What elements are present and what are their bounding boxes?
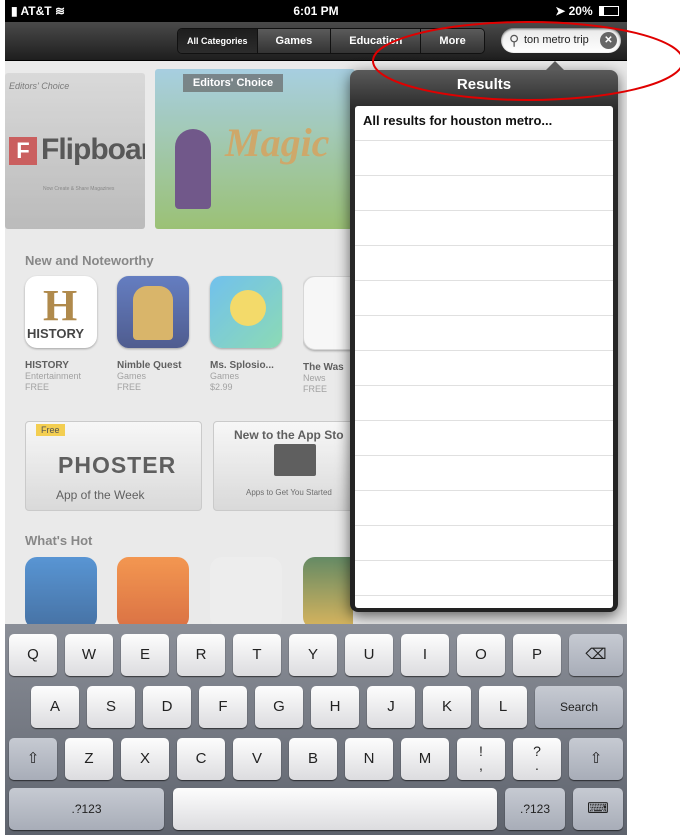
- segment-games[interactable]: Games: [257, 29, 332, 53]
- key-m[interactable]: M: [401, 738, 449, 780]
- key-w[interactable]: W: [65, 634, 113, 676]
- key-d[interactable]: D: [143, 686, 191, 728]
- list-item: [355, 141, 613, 176]
- key-exclaim-comma[interactable]: ! ,: [457, 738, 505, 780]
- list-item: [355, 211, 613, 246]
- shift-icon: ⇧: [589, 750, 603, 767]
- key-x[interactable]: X: [121, 738, 169, 780]
- backspace-icon: ⌫: [585, 646, 607, 663]
- key-q[interactable]: Q: [9, 634, 57, 676]
- key-g[interactable]: G: [255, 686, 303, 728]
- key-b[interactable]: B: [289, 738, 337, 780]
- on-screen-keyboard: Q W E R T Y U I O P ⌫ A S D F G H J K L …: [5, 624, 627, 835]
- key-p[interactable]: P: [513, 634, 561, 676]
- search-key[interactable]: Search: [535, 686, 623, 728]
- status-bar: ▮ AT&T ≋ 6:01 PM ➤ 20%: [5, 0, 627, 22]
- numbers-key-left[interactable]: .?123: [9, 788, 164, 830]
- key-s[interactable]: S: [87, 686, 135, 728]
- key-y[interactable]: Y: [289, 634, 337, 676]
- category-segmented-control: All Categories Games Education More: [177, 28, 485, 54]
- segment-education[interactable]: Education: [331, 29, 422, 53]
- key-r[interactable]: R: [177, 634, 225, 676]
- key-j[interactable]: J: [367, 686, 415, 728]
- shift-icon: ⇧: [26, 750, 40, 767]
- popover-arrow: [545, 61, 565, 71]
- list-item: [355, 281, 613, 316]
- battery-icon: [599, 6, 619, 16]
- list-item: [355, 386, 613, 421]
- key-k[interactable]: K: [423, 686, 471, 728]
- navigation-bar: All Categories Games Education More ⚲ ✕: [5, 22, 627, 61]
- key-c[interactable]: C: [177, 738, 225, 780]
- search-field[interactable]: ⚲ ✕: [501, 28, 621, 53]
- key-e[interactable]: E: [121, 634, 169, 676]
- list-item: [355, 491, 613, 526]
- key-f[interactable]: F: [199, 686, 247, 728]
- list-item: [355, 176, 613, 211]
- key-n[interactable]: N: [345, 738, 393, 780]
- list-item: [355, 351, 613, 386]
- clock: 6:01 PM: [293, 4, 339, 18]
- key-u[interactable]: U: [345, 634, 393, 676]
- key-o[interactable]: O: [457, 634, 505, 676]
- shift-key-right[interactable]: ⇧: [569, 738, 623, 780]
- segment-more[interactable]: More: [421, 29, 484, 53]
- key-i[interactable]: I: [401, 634, 449, 676]
- list-item: [355, 456, 613, 491]
- shift-key-left[interactable]: ⇧: [9, 738, 57, 780]
- results-list: All results for houston metro...: [355, 106, 613, 608]
- list-item: [355, 316, 613, 351]
- key-z[interactable]: Z: [65, 738, 113, 780]
- list-item: [355, 246, 613, 281]
- space-key[interactable]: [173, 788, 497, 830]
- key-a[interactable]: A: [31, 686, 79, 728]
- key-h[interactable]: H: [311, 686, 359, 728]
- search-icon: ⚲: [509, 32, 520, 48]
- search-input[interactable]: [524, 31, 598, 49]
- hide-keyboard-key[interactable]: ⌨: [573, 788, 623, 830]
- app-store-screen: ▮ AT&T ≋ 6:01 PM ➤ 20% All Categories Ga…: [5, 0, 627, 835]
- backspace-key[interactable]: ⌫: [569, 634, 623, 676]
- result-row-all[interactable]: All results for houston metro...: [355, 106, 613, 141]
- key-t[interactable]: T: [233, 634, 281, 676]
- key-l[interactable]: L: [479, 686, 527, 728]
- clear-search-icon[interactable]: ✕: [600, 32, 617, 49]
- results-popover: Results All results for houston metro...: [350, 61, 618, 612]
- list-item: [355, 561, 613, 596]
- key-question-period[interactable]: ? .: [513, 738, 561, 780]
- popover-title: Results: [456, 76, 512, 93]
- key-v[interactable]: V: [233, 738, 281, 780]
- location-icon: ➤: [555, 4, 566, 18]
- list-item: [355, 526, 613, 561]
- segment-all-categories[interactable]: All Categories: [178, 29, 258, 53]
- list-item: [355, 421, 613, 456]
- battery-indicator: ➤ 20%: [555, 4, 619, 18]
- numbers-key-right[interactable]: .?123: [505, 788, 565, 830]
- keyboard-hide-icon: ⌨: [587, 800, 609, 817]
